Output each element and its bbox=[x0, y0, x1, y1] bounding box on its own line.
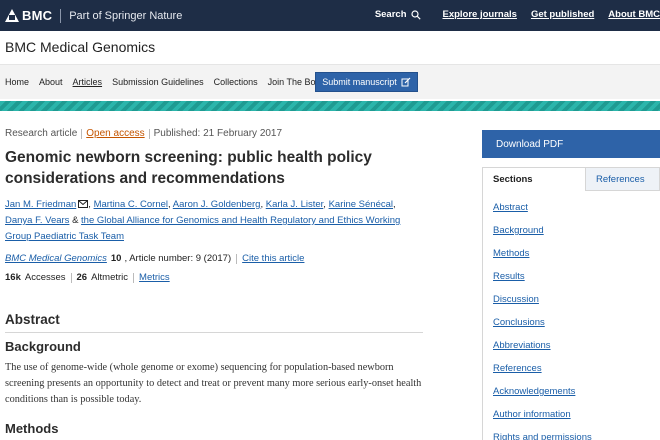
volume-number: 10 bbox=[110, 253, 122, 264]
submit-manuscript-button[interactable]: Submit manuscript bbox=[315, 72, 418, 92]
sections-list: Abstract Background Methods Results Disc… bbox=[482, 190, 660, 440]
accesses-count: 16k bbox=[5, 272, 21, 283]
methods-heading: Methods bbox=[5, 421, 59, 436]
decorative-pattern-band bbox=[0, 101, 660, 111]
altmetric-count: 26 bbox=[76, 272, 88, 283]
accesses-label: Accesses bbox=[24, 272, 66, 283]
nav-home[interactable]: Home bbox=[5, 77, 29, 87]
metrics-link[interactable]: Metrics bbox=[139, 272, 170, 283]
article-metrics: 16k Accesses 26 Altmetric Metrics bbox=[5, 272, 425, 283]
get-published-link[interactable]: Get published bbox=[531, 9, 594, 20]
section-link-references[interactable]: References bbox=[493, 363, 542, 374]
citation-line: BMC Medical Genomics 10 , Article number… bbox=[5, 253, 425, 264]
section-link-background[interactable]: Background bbox=[493, 225, 544, 236]
nav-articles[interactable]: Articles bbox=[73, 77, 103, 87]
nav-collections[interactable]: Collections bbox=[214, 77, 258, 87]
article-title: Genomic newborn screening: public health… bbox=[5, 149, 372, 187]
consortium-prefix: & bbox=[72, 215, 79, 226]
article-main: Research article Open access Published: … bbox=[5, 128, 425, 283]
section-link-rights-and-permissions[interactable]: Rights and permissions bbox=[493, 432, 592, 440]
author-link[interactable]: Jan M. Friedman bbox=[5, 199, 76, 210]
abstract-divider bbox=[5, 332, 423, 333]
section-link-acknowledgements[interactable]: Acknowledgements bbox=[493, 386, 575, 397]
abstract-heading: Abstract bbox=[5, 312, 60, 327]
altmetric-label: Altmetric bbox=[91, 272, 129, 283]
article-type: Research article bbox=[5, 128, 78, 139]
top-bar: BMC Part of Springer Nature Search Explo… bbox=[0, 0, 660, 31]
brand-name: BMC bbox=[22, 8, 53, 23]
top-nav: Search Explore journals Get published Ab… bbox=[375, 9, 660, 20]
nav-submission-guidelines[interactable]: Submission Guidelines bbox=[112, 77, 204, 87]
author-list: Jan M. Friedman, Martina C. Cornel, Aaro… bbox=[5, 199, 401, 242]
author-link[interactable]: Martina C. Cornel bbox=[94, 199, 168, 210]
mail-icon[interactable] bbox=[78, 200, 89, 208]
external-edit-icon bbox=[401, 77, 411, 87]
explore-journals-link[interactable]: Explore journals bbox=[443, 9, 517, 20]
meta-divider bbox=[81, 128, 83, 139]
bmc-logo-icon bbox=[5, 9, 19, 22]
search-icon bbox=[410, 9, 421, 20]
author-link[interactable]: Karla J. Lister bbox=[266, 199, 324, 210]
metrics-divider bbox=[70, 272, 72, 283]
cite-divider bbox=[236, 253, 238, 264]
author-link[interactable]: Aaron J. Goldenberg bbox=[173, 199, 261, 210]
logo-divider bbox=[60, 8, 62, 23]
section-link-methods[interactable]: Methods bbox=[493, 248, 529, 259]
brand-subtitle: Part of Springer Nature bbox=[69, 9, 183, 22]
section-link-results[interactable]: Results bbox=[493, 271, 525, 282]
section-link-author-information[interactable]: Author information bbox=[493, 409, 571, 420]
background-heading: Background bbox=[5, 339, 81, 354]
sidebar-tabs: Sections References bbox=[482, 167, 660, 191]
author-link[interactable]: Karine Sénécal bbox=[329, 199, 393, 210]
bmc-logo[interactable]: BMC Part of Springer Nature bbox=[5, 8, 182, 23]
tab-references[interactable]: References bbox=[586, 167, 660, 191]
cite-this-article-link[interactable]: Cite this article bbox=[242, 253, 304, 264]
search-button[interactable]: Search bbox=[375, 9, 421, 20]
meta-divider bbox=[148, 128, 150, 139]
background-text: The use of genome-wide (whole genome or … bbox=[5, 362, 422, 405]
tab-sections[interactable]: Sections bbox=[482, 167, 586, 191]
about-bmc-link[interactable]: About BMC bbox=[608, 9, 660, 20]
section-link-conclusions[interactable]: Conclusions bbox=[493, 317, 545, 328]
open-access-link[interactable]: Open access bbox=[86, 128, 144, 139]
journal-header: BMC Medical Genomics bbox=[0, 31, 660, 65]
section-link-discussion[interactable]: Discussion bbox=[493, 294, 539, 305]
article-meta: Research article Open access Published: … bbox=[5, 128, 425, 139]
journal-title[interactable]: BMC Medical Genomics bbox=[5, 39, 155, 55]
metrics-divider bbox=[133, 272, 135, 283]
section-link-abstract[interactable]: Abstract bbox=[493, 202, 528, 213]
journal-name-link[interactable]: BMC Medical Genomics bbox=[5, 253, 107, 264]
search-label: Search bbox=[374, 9, 407, 20]
article-number: , Article number: 9 (2017) bbox=[124, 253, 232, 264]
section-link-abbreviations[interactable]: Abbreviations bbox=[493, 340, 551, 351]
download-pdf-button[interactable]: Download PDF bbox=[482, 130, 660, 158]
submit-manuscript-label: Submit manuscript bbox=[322, 77, 397, 87]
download-pdf-label: Download PDF bbox=[496, 138, 564, 150]
author-link[interactable]: Danya F. Vears bbox=[5, 215, 69, 226]
published-date: Published: 21 February 2017 bbox=[153, 128, 283, 139]
nav-about[interactable]: About bbox=[39, 77, 63, 87]
